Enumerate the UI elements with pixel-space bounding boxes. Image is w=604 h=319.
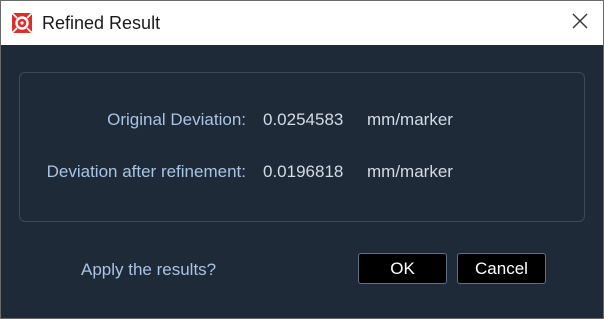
apply-results-question: Apply the results? (81, 260, 217, 279)
ok-button[interactable]: OK (358, 253, 447, 284)
app-logo-icon (11, 12, 33, 34)
refined-deviation-value: 0.0196818 (263, 162, 344, 181)
original-deviation-label: Original Deviation: (107, 110, 246, 129)
close-button[interactable] (557, 1, 603, 45)
results-panel (19, 72, 585, 222)
refined-deviation-unit: mm/marker (367, 162, 453, 181)
close-icon (572, 13, 588, 34)
original-deviation-unit: mm/marker (367, 110, 453, 129)
refined-result-dialog: Refined Result Original Deviation: 0.025… (0, 0, 604, 319)
refined-deviation-label: Deviation after refinement: (46, 162, 246, 181)
title-bar[interactable]: Refined Result (1, 1, 603, 45)
window-title: Refined Result (42, 13, 161, 33)
cancel-button[interactable]: Cancel (457, 253, 546, 284)
original-deviation-value: 0.0254583 (263, 110, 344, 129)
